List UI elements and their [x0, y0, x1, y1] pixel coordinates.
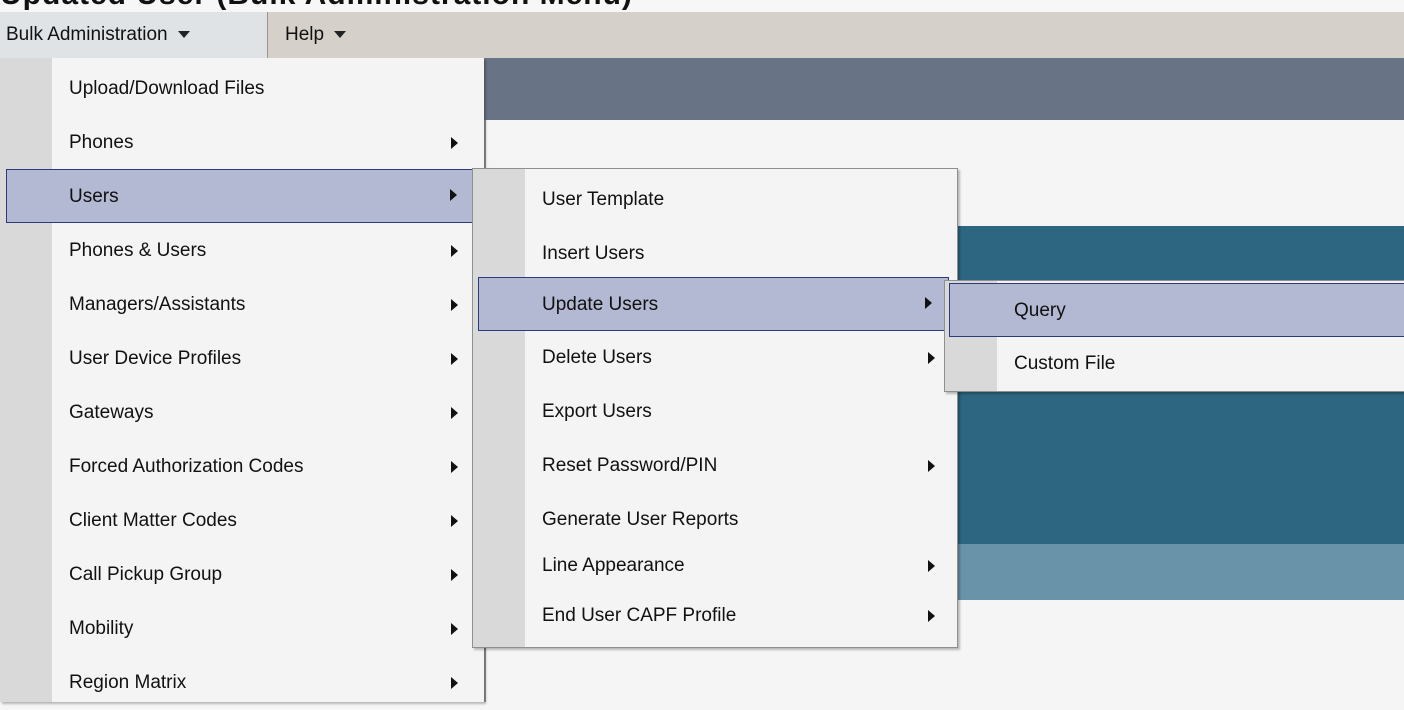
menu-item-upload-download-files[interactable]: Upload/Download Files: [0, 62, 484, 116]
menu-item-end-user-capf-profile[interactable]: End User CAPF Profile: [473, 589, 957, 643]
menu-item-client-matter-codes[interactable]: Client Matter Codes: [0, 494, 484, 548]
page-banner-footer: [956, 544, 1404, 600]
menu-item-label: Insert Users: [542, 243, 645, 264]
submenu-arrow-icon: [928, 560, 935, 572]
submenu-arrow-icon: [451, 515, 458, 527]
submenu-arrow-icon: [928, 460, 935, 472]
menu-item-label: End User CAPF Profile: [542, 605, 737, 626]
menu-item-line-appearance[interactable]: Line Appearance: [473, 539, 957, 593]
menu-item-user-device-profiles[interactable]: User Device Profiles: [0, 332, 484, 386]
submenu-arrow-icon: [451, 245, 458, 257]
menu-item-label: Phones & Users: [69, 240, 207, 261]
page-header-band: [484, 58, 1404, 120]
submenu-arrow-icon: [928, 610, 935, 622]
menu-item-phones[interactable]: Phones: [0, 116, 484, 170]
menu-item-label: User Device Profiles: [69, 348, 242, 369]
menu-item-label: User Template: [542, 189, 665, 210]
menu-item-label: Update Users: [542, 294, 659, 315]
menu-item-phones-and-users[interactable]: Phones & Users: [0, 224, 484, 278]
menu-item-delete-users[interactable]: Delete Users: [473, 331, 957, 385]
menu-item-label: Reset Password/PIN: [542, 455, 718, 476]
submenu-arrow-icon: [451, 353, 458, 365]
menu-item-label: Client Matter Codes: [69, 510, 237, 531]
menu-item-query[interactable]: Query: [949, 283, 1404, 337]
menu-item-gateways[interactable]: Gateways: [0, 386, 484, 440]
menu-item-insert-users[interactable]: Insert Users: [473, 227, 957, 281]
bulk-administration-menu: Upload/Download Files Phones Users Phone…: [0, 58, 484, 702]
menu-item-update-users[interactable]: Update Users: [478, 277, 949, 331]
menu-item-forced-authorization-codes[interactable]: Forced Authorization Codes: [0, 440, 484, 494]
submenu-arrow-icon: [451, 137, 458, 149]
menu-item-user-template[interactable]: User Template: [473, 173, 957, 227]
chevron-down-icon: [334, 31, 347, 39]
submenu-arrow-icon: [451, 677, 458, 689]
menu-item-custom-file[interactable]: Custom File: [945, 337, 1404, 391]
menu-item-label: Managers/Assistants: [69, 294, 246, 315]
menu-item-label: Line Appearance: [542, 555, 685, 576]
chevron-down-icon: [177, 31, 190, 39]
menu-item-label: Users: [69, 186, 119, 207]
menu-item-users[interactable]: Users: [6, 169, 484, 223]
window-title-strip: Updated User (Bulk Administration Menu): [0, 0, 1404, 12]
menu-help-label: Help: [285, 24, 325, 45]
menu-item-label: Call Pickup Group: [69, 564, 223, 585]
menu-item-mobility[interactable]: Mobility: [0, 602, 484, 656]
update-users-submenu: Query Custom File: [944, 280, 1404, 392]
menu-item-label: Upload/Download Files: [69, 78, 265, 99]
menu-item-label: Custom File: [1014, 353, 1116, 374]
submenu-arrow-icon: [451, 623, 458, 635]
users-submenu: User Template Insert Users Update Users …: [472, 168, 958, 648]
menu-item-managers-assistants[interactable]: Managers/Assistants: [0, 278, 484, 332]
page-banner: [956, 226, 1404, 282]
menu-item-call-pickup-group[interactable]: Call Pickup Group: [0, 548, 484, 602]
submenu-arrow-icon: [451, 299, 458, 311]
submenu-arrow-icon: [450, 189, 457, 201]
menu-item-label: Mobility: [69, 618, 134, 639]
menu-bulk-administration[interactable]: Bulk Administration: [0, 12, 268, 58]
submenu-arrow-icon: [925, 297, 932, 309]
menu-item-label: Gateways: [69, 402, 154, 423]
menu-item-label: Forced Authorization Codes: [69, 456, 304, 477]
submenu-arrow-icon: [451, 461, 458, 473]
submenu-arrow-icon: [451, 407, 458, 419]
menu-bulk-administration-label: Bulk Administration: [6, 24, 168, 45]
menu-item-label: Query: [1014, 300, 1066, 321]
submenu-arrow-icon: [451, 569, 458, 581]
menu-item-label: Delete Users: [542, 347, 652, 368]
clipped-title-text: Updated User (Bulk Administration Menu): [0, 0, 633, 12]
menu-item-label: Export Users: [542, 401, 652, 422]
menu-item-label: Phones: [69, 132, 134, 153]
page-banner: [956, 390, 1404, 544]
menu-item-export-users[interactable]: Export Users: [473, 385, 957, 439]
menu-item-reset-password-pin[interactable]: Reset Password/PIN: [473, 439, 957, 493]
menu-help[interactable]: Help: [285, 12, 347, 58]
menu-bar: Bulk Administration Help: [0, 12, 1404, 59]
submenu-arrow-icon: [928, 352, 935, 364]
